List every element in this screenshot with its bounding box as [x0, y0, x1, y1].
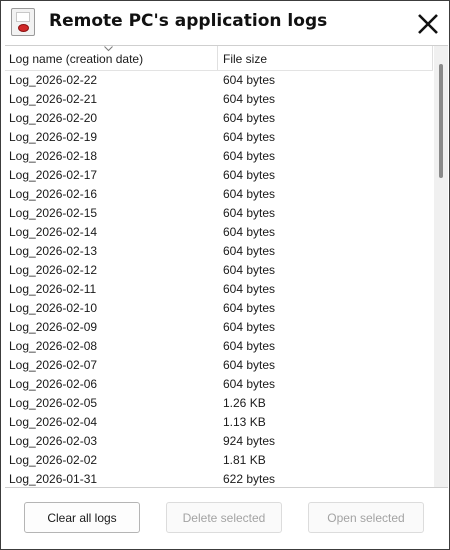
file-size-cell: 1.13 KB — [223, 415, 266, 429]
file-size-cell: 604 bytes — [223, 149, 276, 163]
file-size-cell: 604 bytes — [223, 377, 276, 391]
file-size-cell: 604 bytes — [223, 282, 276, 296]
remote-pc-icon — [11, 8, 35, 36]
log-name-cell: Log_2026-02-12 — [9, 263, 98, 277]
log-name-cell: Log_2026-02-16 — [9, 187, 98, 201]
table-row[interactable]: Log_2026-02-16 604 bytes — [5, 185, 433, 204]
log-name-cell: Log_2026-02-11 — [9, 282, 97, 296]
table-row[interactable]: Log_2026-02-14 604 bytes — [5, 223, 433, 242]
log-name-cell: Log_2026-02-19 — [9, 130, 98, 144]
table-row[interactable]: Log_2026-02-17 604 bytes — [5, 166, 433, 185]
table-row[interactable]: Log_2026-02-03 924 bytes — [5, 432, 433, 451]
table-row[interactable]: Log_2026-02-05 1.26 KB — [5, 394, 433, 413]
table-row[interactable]: Log_2026-02-08 604 bytes — [5, 337, 433, 356]
remote-pc-icon-screen — [16, 12, 30, 22]
log-name-cell: Log_2026-02-04 — [9, 415, 98, 429]
delete-selected-button[interactable]: Delete selected — [166, 502, 282, 533]
clear-all-logs-button[interactable]: Clear all logs — [24, 502, 140, 533]
table-row[interactable]: Log_2026-02-09 604 bytes — [5, 318, 433, 337]
table-row[interactable]: Log_2026-02-15 604 bytes — [5, 204, 433, 223]
file-size-cell: 604 bytes — [223, 339, 276, 353]
file-size-cell: 604 bytes — [223, 206, 276, 220]
log-name-cell: Log_2026-02-08 — [9, 339, 98, 353]
log-name-cell: Log_2026-02-13 — [9, 244, 98, 258]
file-size-cell: 604 bytes — [223, 92, 276, 106]
log-viewer-window: Remote PC's application logs Log name (c… — [0, 0, 450, 550]
table-row[interactable]: Log_2026-02-19 604 bytes — [5, 128, 433, 147]
file-size-cell: 604 bytes — [223, 358, 276, 372]
button-bar: Clear all logs Delete selected Open sele… — [1, 488, 449, 549]
scrollbar-thumb[interactable] — [439, 64, 443, 178]
log-name-cell: Log_2026-02-02 — [9, 453, 98, 467]
table-row[interactable]: Log_2026-02-04 1.13 KB — [5, 413, 433, 432]
file-size-cell: 604 bytes — [223, 320, 276, 334]
file-size-cell: 1.81 KB — [223, 453, 266, 467]
table-row[interactable]: Log_2026-02-18 604 bytes — [5, 147, 433, 166]
log-name-cell: Log_2026-02-21 — [9, 92, 98, 106]
log-name-cell: Log_2026-02-06 — [9, 377, 98, 391]
column-divider[interactable] — [217, 46, 218, 70]
file-size-cell: 604 bytes — [223, 130, 276, 144]
table-row[interactable]: Log_2026-01-31 622 bytes — [5, 470, 433, 487]
file-size-cell: 604 bytes — [223, 111, 276, 125]
table-row[interactable]: Log_2026-02-11 604 bytes — [5, 280, 433, 299]
list-rows: Log_2026-02-22 604 bytes Log_2026-02-21 604… — [5, 71, 433, 487]
log-name-cell: Log_2026-02-09 — [9, 320, 98, 334]
log-name-cell: Log_2026-02-17 — [9, 168, 98, 182]
open-selected-button[interactable]: Open selected — [308, 502, 424, 533]
table-row[interactable]: Log_2026-02-12 604 bytes — [5, 261, 433, 280]
table-row[interactable]: Log_2026-02-22 604 bytes — [5, 71, 433, 90]
table-row[interactable]: Log_2026-02-20 604 bytes — [5, 109, 433, 128]
log-name-cell: Log_2026-01-31 — [9, 472, 98, 486]
table-row[interactable]: Log_2026-02-10 604 bytes — [5, 299, 433, 318]
file-size-cell: 604 bytes — [223, 244, 276, 258]
title-bar: Remote PC's application logs — [1, 1, 449, 45]
file-size-cell: 1.26 KB — [223, 396, 266, 410]
log-name-cell: Log_2026-02-07 — [9, 358, 98, 372]
log-name-cell: Log_2026-02-03 — [9, 434, 98, 448]
log-list[interactable]: Log name (creation date) File size Log_2… — [5, 45, 448, 488]
file-size-cell: 924 bytes — [223, 434, 276, 448]
file-size-cell: 604 bytes — [223, 301, 276, 315]
log-name-cell: Log_2026-02-20 — [9, 111, 98, 125]
file-size-cell: 622 bytes — [223, 472, 276, 486]
table-row[interactable]: Log_2026-02-07 604 bytes — [5, 356, 433, 375]
window-title: Remote PC's application logs — [49, 11, 328, 31]
table-row[interactable]: Log_2026-02-21 604 bytes — [5, 90, 433, 109]
table-row[interactable]: Log_2026-02-06 604 bytes — [5, 375, 433, 394]
column-divider[interactable] — [432, 46, 433, 70]
file-size-cell: 604 bytes — [223, 225, 276, 239]
log-name-cell: Log_2026-02-15 — [9, 206, 98, 220]
file-size-cell: 604 bytes — [223, 73, 276, 87]
column-header-file-size[interactable]: File size — [223, 46, 433, 70]
table-row[interactable]: Log_2026-02-02 1.81 KB — [5, 451, 433, 470]
file-size-cell: 604 bytes — [223, 263, 276, 277]
log-name-cell: Log_2026-02-22 — [9, 73, 98, 87]
remote-pc-icon-indicator — [18, 24, 29, 32]
table-row[interactable]: Log_2026-02-13 604 bytes — [5, 242, 433, 261]
log-name-cell: Log_2026-02-18 — [9, 149, 98, 163]
column-header-log-name[interactable]: Log name (creation date) — [9, 46, 215, 70]
log-name-cell: Log_2026-02-10 — [9, 301, 98, 315]
close-icon[interactable] — [415, 11, 441, 37]
vertical-scrollbar[interactable] — [434, 46, 448, 487]
list-header: Log name (creation date) File size — [5, 46, 433, 71]
file-size-cell: 604 bytes — [223, 168, 276, 182]
log-name-cell: Log_2026-02-05 — [9, 396, 98, 410]
log-name-cell: Log_2026-02-14 — [9, 225, 98, 239]
file-size-cell: 604 bytes — [223, 187, 276, 201]
